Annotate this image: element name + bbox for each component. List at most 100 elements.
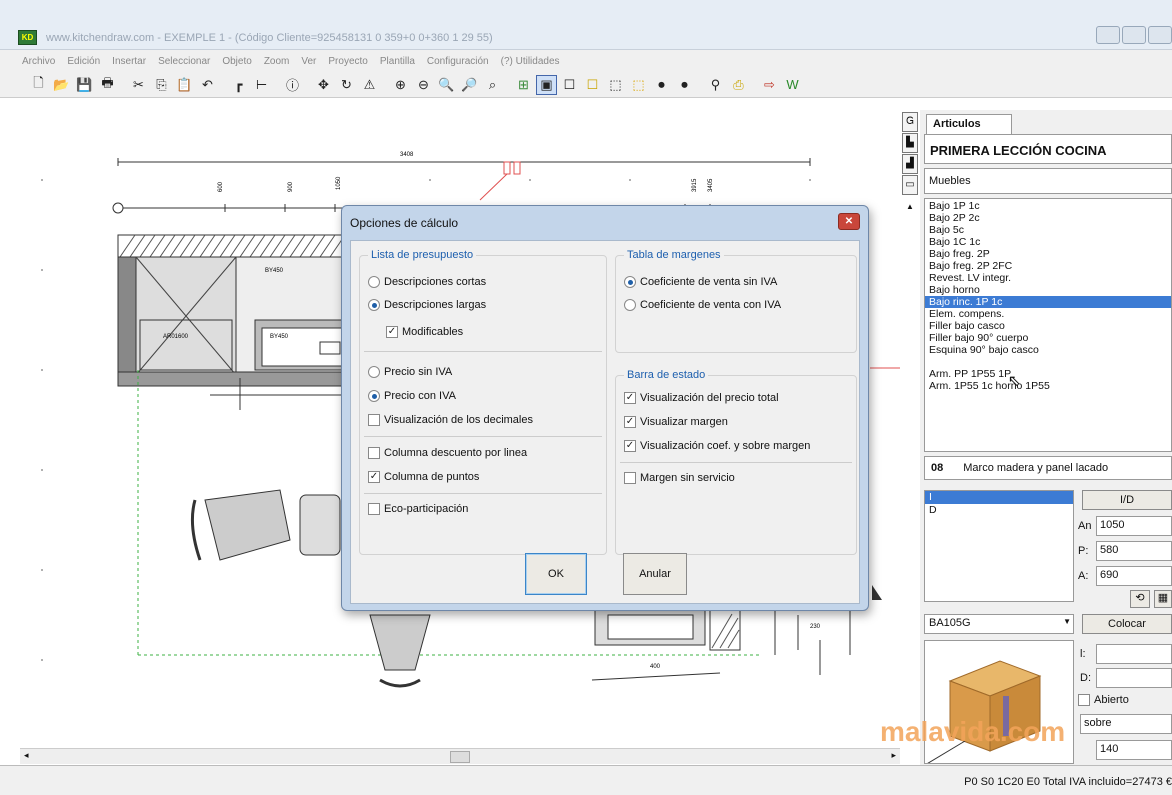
radio-coef-sin-iva[interactable]: Coeficiente de venta sin IVA <box>624 276 777 288</box>
checkbox-box[interactable] <box>624 472 636 484</box>
paste-icon[interactable]: 📋 <box>174 75 195 95</box>
side-tab-catalog[interactable]: Ꮐ <box>902 112 918 132</box>
tab-articulos[interactable]: Articulos <box>926 114 1012 134</box>
copy-icon[interactable]: ⎘ <box>151 75 172 95</box>
height-field[interactable]: 690 <box>1096 566 1172 586</box>
list-item[interactable]: Arm. 1P55 1c horno 1P55 <box>925 380 1171 392</box>
camera-icon[interactable]: ⏺ <box>651 75 672 95</box>
radio-descripciones-largas[interactable]: Descripciones largas <box>368 299 486 311</box>
l-field[interactable] <box>1096 644 1172 664</box>
move-icon[interactable]: ✥ <box>313 75 334 95</box>
elevation-view-icon[interactable]: ☐ <box>559 75 580 95</box>
perspective-icon[interactable]: ⬚ <box>605 75 626 95</box>
radio-circle[interactable] <box>368 276 380 288</box>
layout-view-icon[interactable]: ▣ <box>536 74 557 95</box>
list-item-selected[interactable]: Bajo rinc. 1P 1c <box>925 296 1171 308</box>
menu-insertar[interactable]: Insertar <box>112 56 146 67</box>
menu-utilidades[interactable]: (?) Utilidades <box>501 56 560 67</box>
side-tab-elevation[interactable]: ▟ <box>902 154 918 174</box>
zoom-in-icon[interactable]: ⊕ <box>390 75 411 95</box>
mirror-icon[interactable]: ⚠ <box>359 75 380 95</box>
dialog-close-icon[interactable]: ✕ <box>838 213 860 230</box>
zoom-window-icon[interactable]: 🔍 <box>436 75 457 95</box>
ok-button[interactable]: OK <box>525 553 587 595</box>
abierto-box[interactable] <box>1078 694 1090 707</box>
checkbox-visualizar-margen[interactable]: ✓ Visualizar margen <box>624 416 728 428</box>
info-icon[interactable]: ⓘ <box>282 75 303 95</box>
wall-view-icon[interactable]: ☐ <box>582 75 603 95</box>
zoom-all-icon[interactable]: ⌕ <box>482 75 503 95</box>
menu-ver[interactable]: Ver <box>301 56 316 67</box>
menu-plantilla[interactable]: Plantilla <box>380 56 415 67</box>
video-icon[interactable]: ⏺ <box>674 75 695 95</box>
reference-select[interactable]: BA105G ▼ <box>924 614 1074 634</box>
hinge-list[interactable]: I D <box>924 490 1074 602</box>
finish-select[interactable]: 08 Marco madera y panel lacado <box>924 456 1172 480</box>
side-tab-walls[interactable]: ▙ <box>902 133 918 153</box>
list-item[interactable]: Bajo 2P 2c <box>925 212 1171 224</box>
radio-descripciones-cortas[interactable]: Descripciones cortas <box>368 276 486 288</box>
list-item[interactable]: Revest. LV integr. <box>925 272 1171 284</box>
restore-button[interactable] <box>1122 26 1146 44</box>
checkbox-box[interactable] <box>368 447 380 459</box>
web-icon[interactable]: W <box>782 75 803 95</box>
checkbox-precio-total[interactable]: ✓ Visualización del precio total <box>624 392 779 404</box>
list-item[interactable]: Bajo 1C 1c <box>925 236 1171 248</box>
check-icon[interactable]: ✓ <box>386 326 398 338</box>
radio-circle-selected[interactable] <box>368 390 380 402</box>
grid-small-icon[interactable]: ▦ <box>1154 590 1172 608</box>
scroll-right-icon[interactable]: ▸ <box>891 750 896 761</box>
wall-tool-icon[interactable]: ┏ <box>228 75 249 95</box>
list-item[interactable]: Arm. PP 1P55 1P <box>925 368 1171 380</box>
sobre-value-field[interactable]: 140 <box>1096 740 1172 760</box>
checkbox-box[interactable] <box>368 503 380 515</box>
close-window-button[interactable] <box>1148 26 1172 44</box>
width-field[interactable]: 1050 <box>1096 516 1172 536</box>
id-button[interactable]: I/D <box>1082 490 1172 510</box>
list-item[interactable]: Esquina 90° bajo casco <box>925 344 1171 356</box>
save-icon[interactable]: 💾 <box>74 75 95 95</box>
print-icon[interactable]: 🖶 <box>97 75 118 95</box>
hinge-option[interactable]: I <box>925 491 1073 504</box>
list-item[interactable]: Bajo 1P 1c <box>925 200 1171 212</box>
lights-icon[interactable]: ⚲ <box>705 75 726 95</box>
check-icon[interactable]: ✓ <box>624 416 636 428</box>
scroll-up-icon[interactable]: ▲ <box>906 202 914 211</box>
radio-coef-con-iva[interactable]: Coeficiente de venta con IVA <box>624 299 781 311</box>
anular-button[interactable]: Anular <box>623 553 687 595</box>
articles-list[interactable]: Bajo 1P 1c Bajo 2P 2c Bajo 5c Bajo 1C 1c… <box>924 198 1172 452</box>
menu-proyecto[interactable]: Proyecto <box>328 56 367 67</box>
list-item[interactable]: Filler bajo 90° cuerpo <box>925 332 1171 344</box>
menu-seleccionar[interactable]: Seleccionar <box>158 56 210 67</box>
dropdown-arrow-icon[interactable]: ▼ <box>1063 617 1071 626</box>
checkbox-eco[interactable]: Eco-participación <box>368 503 468 515</box>
checkbox-decimales[interactable]: Visualización de los decimales <box>368 414 533 426</box>
undo-icon[interactable]: ↶ <box>197 75 218 95</box>
menu-zoom[interactable]: Zoom <box>264 56 290 67</box>
open-folder-icon[interactable]: 📂 <box>51 75 72 95</box>
radio-precio-sin-iva[interactable]: Precio sin IVA <box>368 366 452 378</box>
horizontal-scrollbar[interactable]: ◂ ▸ <box>20 748 900 764</box>
check-icon[interactable]: ✓ <box>624 440 636 452</box>
render-icon[interactable]: ⬚ <box>628 75 649 95</box>
checkbox-descuento[interactable]: Columna descuento por linea <box>368 447 527 459</box>
checkbox-margen-sin-servicio[interactable]: Margen sin servicio <box>624 472 735 484</box>
list-item[interactable]: Bajo freg. 2P <box>925 248 1171 260</box>
checkbox-box[interactable] <box>368 414 380 426</box>
colocar-button[interactable]: Colocar <box>1082 614 1172 634</box>
minimize-button[interactable] <box>1096 26 1120 44</box>
menu-edicion[interactable]: Edición <box>67 56 100 67</box>
scroll-left-icon[interactable]: ◂ <box>24 750 29 761</box>
menu-configuracion[interactable]: Configuración <box>427 56 489 67</box>
export-icon[interactable]: ⇨ <box>759 75 780 95</box>
catalog-name[interactable]: PRIMERA LECCIÓN COCINA <box>924 134 1172 164</box>
radio-circle[interactable] <box>624 299 636 311</box>
dimension-tool-icon[interactable]: ⊢ <box>251 75 272 95</box>
list-item[interactable]: Bajo freg. 2P 2FC <box>925 260 1171 272</box>
radio-circle[interactable] <box>368 366 380 378</box>
rotate-small-icon[interactable]: ⟲ <box>1130 590 1150 608</box>
radio-circle-selected[interactable] <box>368 299 380 311</box>
radio-precio-con-iva[interactable]: Precio con IVA <box>368 390 456 402</box>
list-item[interactable]: Bajo 5c <box>925 224 1171 236</box>
depth-field[interactable]: 580 <box>1096 541 1172 561</box>
